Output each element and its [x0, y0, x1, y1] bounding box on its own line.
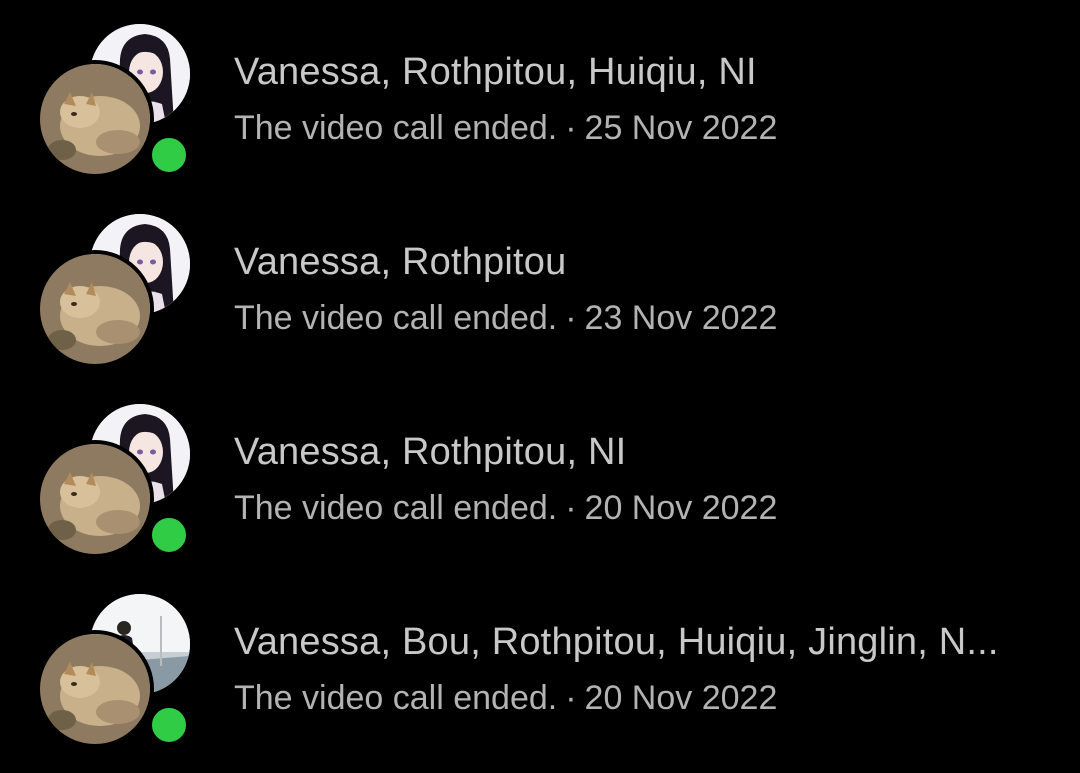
conversation-item[interactable]: Vanessa, Rothpitou, Huiqiu, NI The video…: [0, 0, 1080, 190]
conversation-date: 25 Nov 2022: [584, 109, 778, 147]
conversation-name: Vanessa, Rothpitou, Huiqiu, NI: [234, 51, 757, 93]
conversation-item[interactable]: Vanessa, Rothpitou The video call ended.…: [0, 190, 1080, 380]
conversation-preview: The video call ended. · 23 Nov 2022: [234, 296, 1054, 340]
conversation-name: Vanessa, Rothpitou, NI: [234, 431, 627, 473]
last-message: The video call ended.: [234, 299, 558, 337]
conversation-preview: The video call ended. · 20 Nov 2022: [234, 486, 1054, 530]
conversation-preview: The video call ended. · 20 Nov 2022: [234, 676, 1054, 720]
group-avatar: [36, 592, 192, 748]
conversation-name: Vanessa, Bou, Rothpitou, Huiqiu, Jinglin…: [234, 621, 999, 663]
dog-avatar: [36, 630, 154, 748]
conversation-item[interactable]: Vanessa, Rothpitou, NI The video call en…: [0, 380, 1080, 570]
separator: ·: [565, 109, 577, 147]
conversation-list: Vanessa, Rothpitou, Huiqiu, NI The video…: [0, 0, 1080, 773]
conversation-date: 20 Nov 2022: [584, 679, 778, 717]
last-message: The video call ended.: [234, 489, 558, 527]
separator: ·: [565, 489, 577, 527]
dog-avatar: [36, 250, 154, 368]
online-status-dot: [148, 514, 190, 556]
separator: ·: [565, 679, 577, 717]
group-avatar: [36, 22, 192, 178]
group-avatar: [36, 212, 192, 368]
group-avatar: [36, 402, 192, 558]
online-status-dot: [148, 134, 190, 176]
separator: ·: [565, 299, 577, 337]
conversation-preview: The video call ended. · 25 Nov 2022: [234, 106, 1054, 150]
online-status-dot: [148, 704, 190, 746]
conversation-date: 23 Nov 2022: [584, 299, 778, 337]
conversation-date: 20 Nov 2022: [584, 489, 778, 527]
conversation-item[interactable]: Vanessa, Bou, Rothpitou, Huiqiu, Jinglin…: [0, 570, 1080, 760]
last-message: The video call ended.: [234, 109, 558, 147]
conversation-name: Vanessa, Rothpitou: [234, 241, 567, 283]
dog-avatar: [36, 440, 154, 558]
dog-avatar: [36, 60, 154, 178]
last-message: The video call ended.: [234, 679, 558, 717]
